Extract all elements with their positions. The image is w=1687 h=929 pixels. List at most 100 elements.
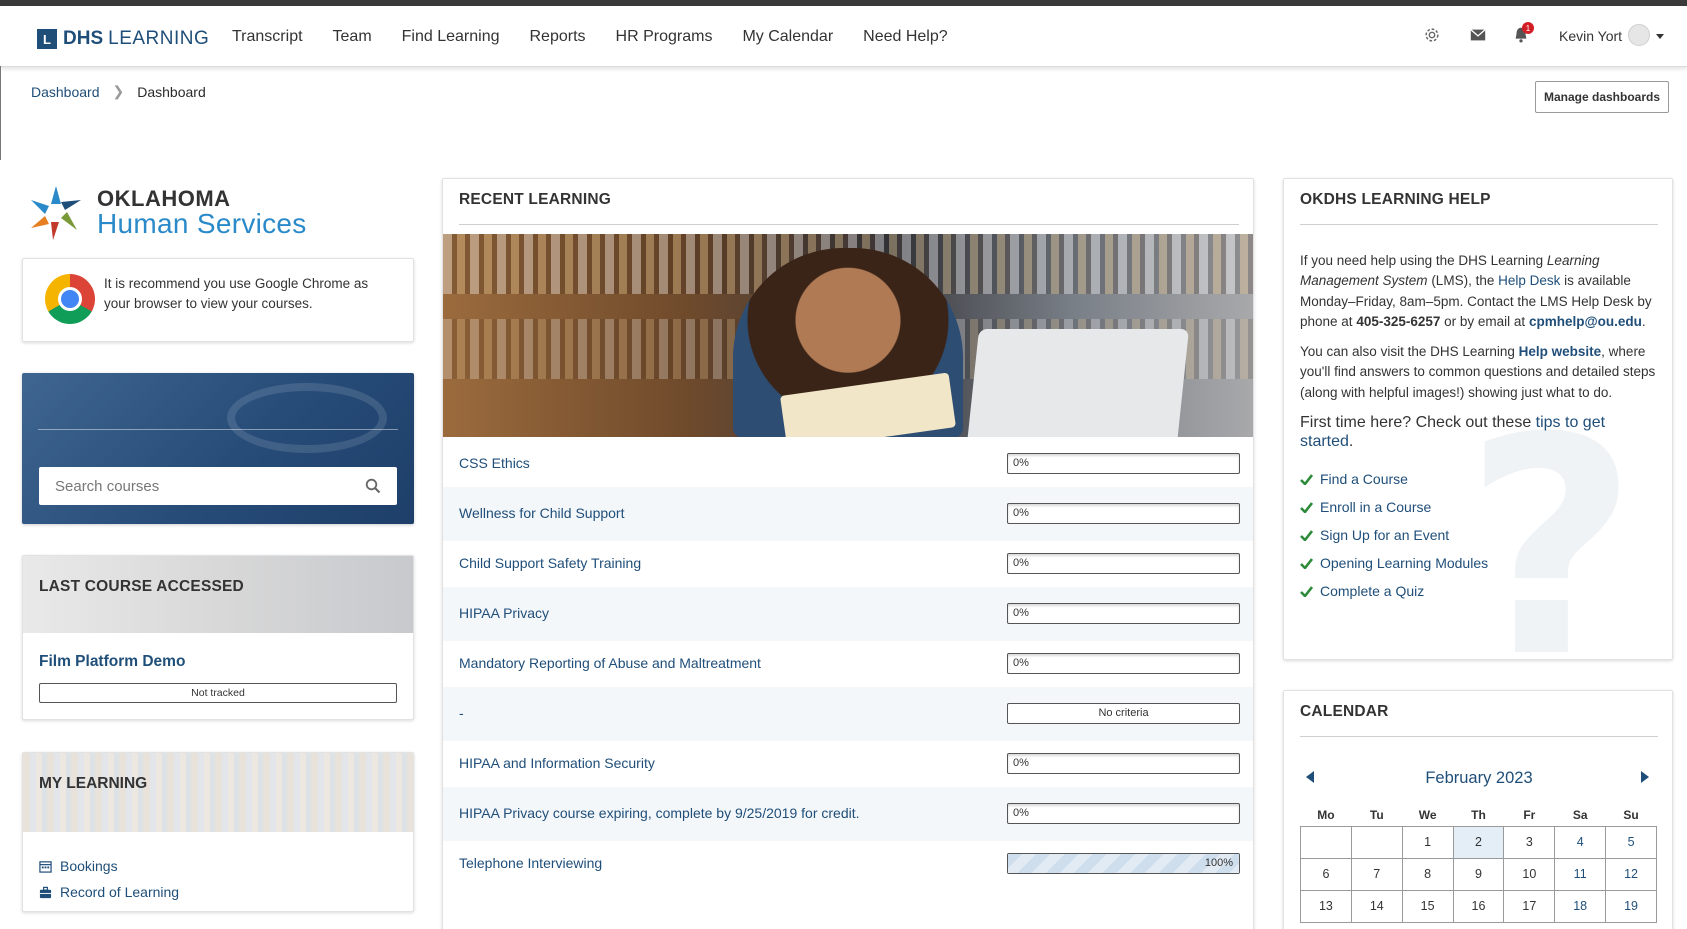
course-link[interactable]: - [459, 705, 464, 721]
weekday-label: Tu [1369, 807, 1384, 822]
calendar-day[interactable]: 15 [1401, 889, 1454, 923]
recent-learning-row: Child Support Safety Training 0% [443, 537, 1253, 591]
tip-link[interactable]: Sign Up for an Event [1320, 525, 1449, 545]
oklahoma-human-services-logo: OKLAHOMA Human Services [25, 182, 325, 244]
next-month-arrow-icon[interactable] [1638, 770, 1652, 784]
help-text: or by email at [1440, 313, 1529, 329]
help-text: (LMS), the [1427, 273, 1499, 289]
help-desk-link[interactable]: Help Desk [1498, 273, 1560, 288]
tip-item[interactable]: Opening Learning Modules [1300, 549, 1662, 577]
chevron-down-icon[interactable] [1656, 34, 1664, 39]
help-email-link[interactable]: cpmhelp@ou.edu [1529, 314, 1642, 329]
avatar[interactable] [1628, 24, 1650, 46]
logo-learning: LEARNING [108, 28, 210, 49]
record-of-learning-label: Record of Learning [60, 884, 180, 900]
nav-transcript[interactable]: Transcript [232, 28, 303, 46]
calendar-day[interactable]: 18 [1554, 889, 1607, 923]
calendar-day[interactable]: 17 [1503, 889, 1556, 923]
calendar-day[interactable]: 1 [1401, 825, 1454, 859]
logo-human-services: Human Services [97, 208, 307, 239]
dhs-learning-logo[interactable]: L DHS LEARNING [37, 28, 209, 50]
tip-link[interactable]: Find a Course [1320, 469, 1408, 489]
bookings-label: Bookings [60, 858, 118, 874]
calendar-day[interactable]: 11 [1554, 857, 1607, 891]
tip-item[interactable]: Sign Up for an Event [1300, 521, 1662, 549]
course-link[interactable]: Child Support Safety Training [459, 555, 641, 571]
breadcrumb-current: Dashboard [137, 83, 206, 100]
help-paragraph-2: You can also visit the DHS Learning Help… [1300, 342, 1662, 403]
briefcase-icon [39, 886, 52, 898]
progress-label: 0% [1013, 557, 1029, 569]
calendar-day[interactable]: 10 [1503, 857, 1556, 891]
calendar-day[interactable]: 14 [1350, 889, 1403, 923]
calendar-day[interactable]: 5 [1605, 825, 1657, 859]
logo-dhs: DHS [63, 28, 104, 49]
calendar-day[interactable]: 4 [1554, 825, 1607, 859]
magnifier-background-image [227, 383, 387, 453]
calendar-day[interactable]: 8 [1401, 857, 1454, 891]
course-link[interactable]: HIPAA Privacy course expiring, complete … [459, 805, 860, 821]
tip-item[interactable]: Complete a Quiz [1300, 577, 1662, 605]
course-link[interactable]: Mandatory Reporting of Abuse and Maltrea… [459, 655, 761, 671]
chevron-right-icon: ❯ [112, 83, 125, 99]
search-icon[interactable] [365, 478, 381, 494]
tip-link[interactable]: Enroll in a Course [1320, 497, 1431, 517]
nav-hr-programs[interactable]: HR Programs [616, 28, 713, 46]
calendar-day [1350, 825, 1403, 859]
tips-list: Find a Course Enroll in a Course Sign Up f… [1300, 465, 1662, 605]
my-learning-bookings[interactable]: Bookings [39, 858, 118, 874]
gear-icon[interactable] [1423, 26, 1441, 44]
tip-item[interactable]: Enroll in a Course [1300, 493, 1662, 521]
progress-label: 0% [1013, 607, 1029, 619]
nav-find-learning[interactable]: Find Learning [402, 28, 500, 46]
help-paragraph-1: If you need help using the DHS Learning … [1300, 251, 1662, 332]
nav-my-calendar[interactable]: My Calendar [742, 28, 833, 46]
course-link[interactable]: Wellness for Child Support [459, 505, 624, 521]
course-link[interactable]: HIPAA and Information Security [459, 755, 655, 771]
chrome-recommendation-card: It is recommend you use Google Chrome as… [22, 258, 414, 342]
divider [38, 429, 398, 430]
calendar-day[interactable]: 13 [1300, 889, 1352, 923]
course-link[interactable]: Telephone Interviewing [459, 855, 602, 871]
calendar-day[interactable]: 16 [1452, 889, 1505, 923]
my-learning-record[interactable]: Record of Learning [39, 884, 179, 900]
last-course-link[interactable]: Film Platform Demo [39, 653, 185, 671]
calendar-day[interactable]: 7 [1350, 857, 1403, 891]
tip-item[interactable]: Find a Course [1300, 465, 1662, 493]
window-edge [0, 66, 1, 160]
calendar-day[interactable]: 6 [1300, 857, 1352, 891]
search-courses-input[interactable] [39, 467, 359, 505]
notification-badge: 1 [1522, 22, 1534, 34]
course-link[interactable]: HIPAA Privacy [459, 605, 549, 621]
notifications[interactable]: 1 [1512, 22, 1534, 44]
calendar-day[interactable]: 9 [1452, 857, 1505, 891]
calendar-day[interactable]: 19 [1605, 889, 1657, 923]
progress-bar: 0% [1007, 653, 1240, 674]
calendar-day[interactable]: 3 [1503, 825, 1556, 859]
weekday-header-row: Mo Tu We Th Fr Sa Su [1301, 804, 1657, 826]
progress-label: 0% [1013, 657, 1029, 669]
progress-bar: 0% [1007, 803, 1240, 824]
tip-link[interactable]: Opening Learning Modules [1320, 553, 1488, 573]
help-website-link[interactable]: Help website [1519, 344, 1602, 359]
envelope-icon[interactable] [1469, 26, 1487, 44]
calendar-month: February 2023 [1425, 769, 1533, 787]
breadcrumb-dashboard-link[interactable]: Dashboard [31, 84, 100, 100]
recent-learning-row: Wellness for Child Support 0% [443, 487, 1253, 541]
calendar-day[interactable]: 12 [1605, 857, 1657, 891]
laptop-figure [966, 329, 1190, 437]
chrome-icon [45, 274, 95, 324]
nav-reports[interactable]: Reports [530, 28, 586, 46]
chrome-notice-text: It is recommend you use Google Chrome as… [104, 276, 369, 311]
recent-learning-row: Telephone Interviewing 100% [443, 837, 1253, 891]
nav-team[interactable]: Team [333, 28, 372, 46]
calendar-week-row: 13 14 15 16 17 18 19 [1300, 889, 1657, 923]
user-name[interactable]: Kevin Yort [1559, 28, 1622, 44]
course-link[interactable]: CSS Ethics [459, 455, 530, 471]
calendar-day[interactable]: 2 [1452, 825, 1505, 859]
manage-dashboards-button[interactable]: Manage dashboards [1535, 81, 1669, 113]
progress-label: 100% [1204, 857, 1233, 869]
tip-link[interactable]: Complete a Quiz [1320, 581, 1424, 601]
progress-bar: 0% [1007, 553, 1240, 574]
nav-need-help[interactable]: Need Help? [863, 28, 948, 46]
